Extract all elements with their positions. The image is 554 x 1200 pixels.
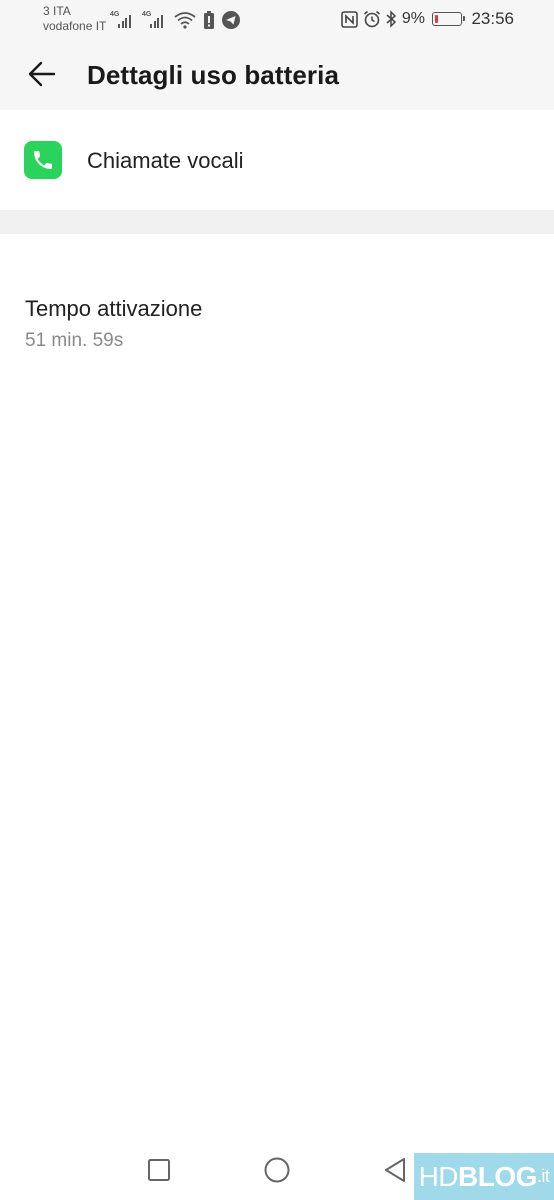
telegram-icon	[222, 11, 240, 29]
clock: 23:56	[471, 9, 514, 28]
bluetooth-icon	[386, 10, 396, 28]
app-name: Chiamate vocali	[87, 148, 244, 173]
back-button[interactable]	[22, 54, 62, 94]
nav-back-button[interactable]	[379, 1154, 411, 1186]
active-time-label: Tempo attivazione	[25, 296, 203, 321]
wifi-icon	[174, 12, 196, 29]
nfc-icon	[341, 10, 358, 28]
status-icons-right: 9%	[341, 8, 465, 30]
status-bar: 3 ITA vodafone IT 4G 4G 9% 23:56	[0, 0, 554, 40]
hdblog-watermark: HD BLOG .it	[414, 1153, 554, 1200]
home-button[interactable]	[261, 1154, 293, 1186]
battery-usage-details-screen: 3 ITA vodafone IT 4G 4G 9% 23:56 Dettagl…	[0, 0, 554, 1200]
signal-icon: 4G	[142, 11, 166, 29]
active-time-value: 51 min. 59s	[25, 330, 124, 351]
recents-icon	[148, 1159, 170, 1181]
battery-icon	[432, 12, 465, 26]
recents-button[interactable]	[143, 1154, 175, 1186]
arrow-left-icon	[28, 61, 56, 87]
status-icons-left: 4G 4G	[110, 9, 240, 29]
section-divider	[0, 210, 554, 234]
watermark-part-2: BLOG	[458, 1160, 537, 1192]
back-icon	[385, 1158, 405, 1182]
carrier-2: vodafone IT	[43, 19, 107, 33]
battery-level-fill	[435, 15, 438, 23]
app-row: Chiamate vocali	[0, 110, 554, 210]
home-icon	[264, 1157, 290, 1183]
page-title: Dettagli uso batteria	[87, 60, 340, 90]
signal-icon: 4G	[110, 11, 134, 29]
battery-percentage: 9%	[401, 10, 425, 27]
watermark-part-1: HD	[418, 1160, 459, 1192]
carrier-names: 3 ITA vodafone IT	[43, 4, 106, 34]
app-bar: Dettagli uso batteria	[0, 40, 554, 110]
battery-saver-icon	[204, 11, 214, 29]
watermark-part-3: .it	[536, 1166, 550, 1186]
carrier-1: 3 ITA	[43, 4, 71, 18]
phone-icon	[24, 141, 62, 179]
alarm-icon	[363, 10, 380, 28]
active-time-item: Tempo attivazione 51 min. 59s	[0, 234, 554, 374]
